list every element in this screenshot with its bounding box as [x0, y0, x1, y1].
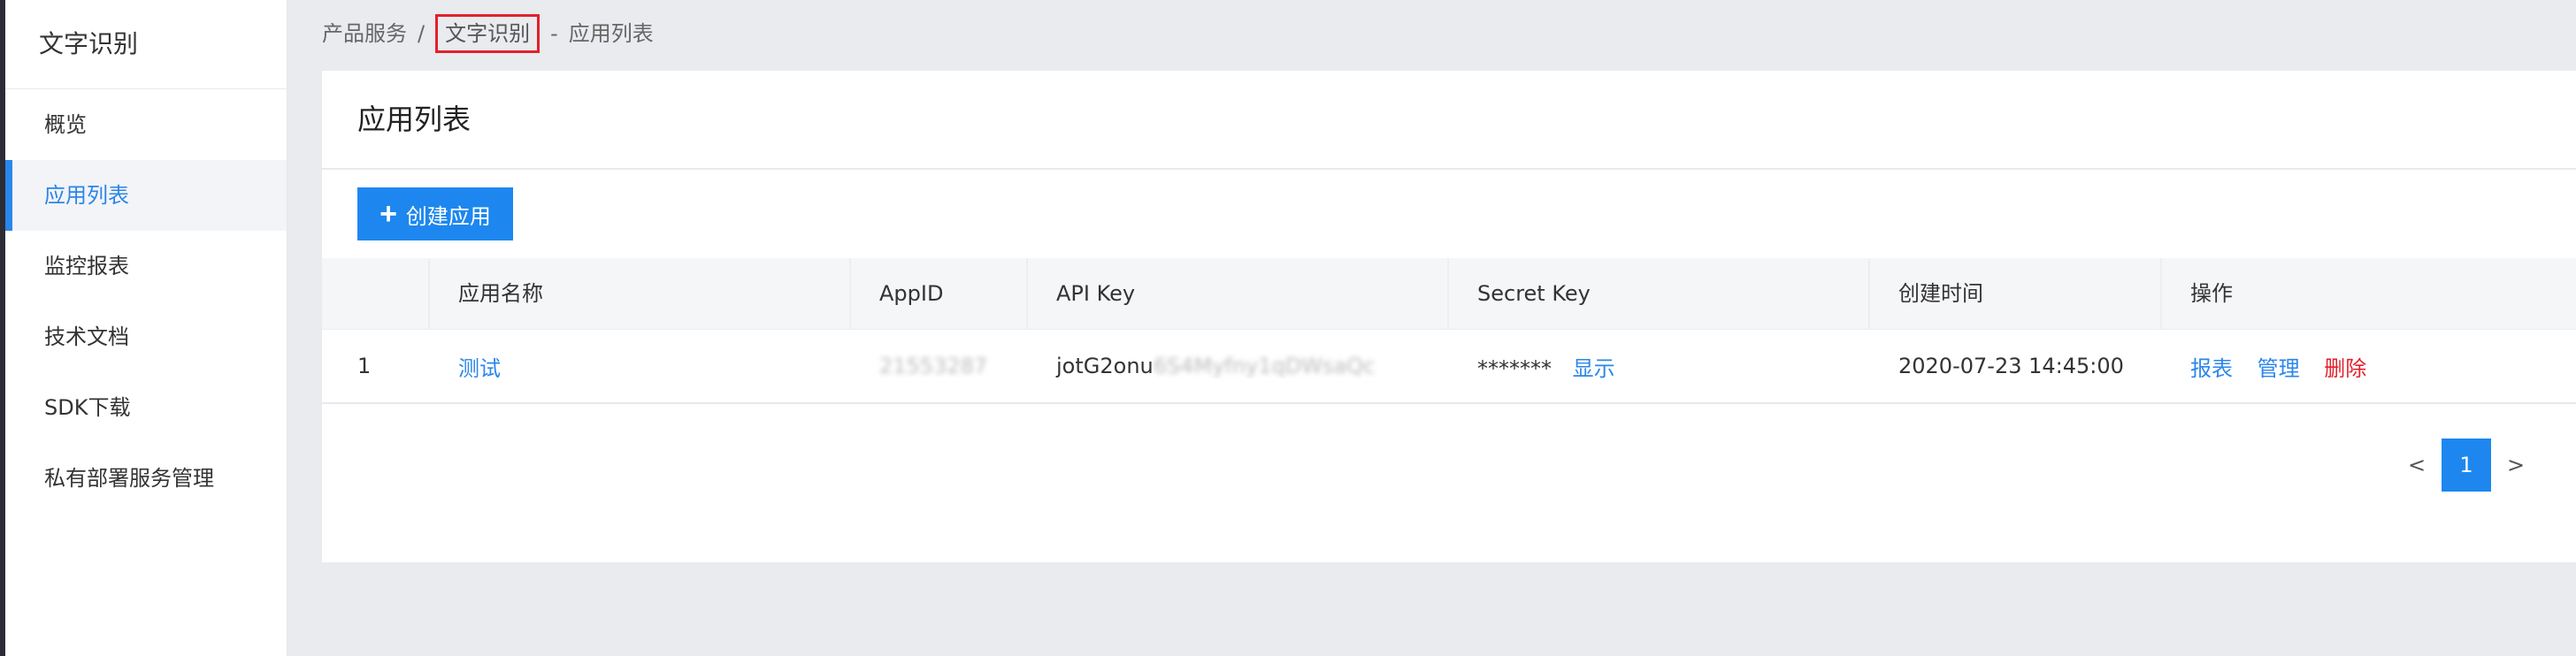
row-app-name: 测试: [430, 351, 851, 382]
header-created-time: 创建时间: [1870, 258, 2162, 329]
app-table: 应用名称 AppID API Key Secret Key 创建时间 操作 1 …: [322, 258, 2576, 404]
header-secret-key: Secret Key: [1449, 258, 1870, 329]
sidebar-item-docs[interactable]: 技术文档: [5, 301, 287, 372]
table-row: 1 测试 21553287 jotG2onu6S4Myfny1qDWsaQc *…: [322, 330, 2576, 404]
table-header: 应用名称 AppID API Key Secret Key 创建时间 操作: [322, 258, 2576, 330]
sidebar-item-overview[interactable]: 概览: [5, 89, 287, 160]
row-api-key: jotG2onu6S4Myfny1qDWsaQc: [1028, 354, 1449, 378]
sidebar: 文字识别 概览 应用列表 监控报表 技术文档 SDK下载 私有部署服务管理: [5, 0, 288, 656]
header-appid: AppID: [851, 258, 1028, 329]
breadcrumb-app-list: 应用列表: [568, 21, 654, 46]
header-api-key: API Key: [1028, 258, 1449, 329]
row-appid: 21553287: [851, 354, 1028, 378]
manage-link[interactable]: 管理: [2258, 356, 2300, 381]
page-number-current[interactable]: 1: [2442, 439, 2491, 492]
sidebar-item-app-list[interactable]: 应用列表: [5, 160, 287, 231]
app-list-panel: 应用列表 + 创建应用 应用名称 AppID API Key Secret Ke…: [322, 71, 2576, 562]
row-index: 1: [357, 354, 372, 378]
breadcrumb-ocr[interactable]: 文字识别: [435, 14, 540, 53]
pagination: < 1 >: [2392, 439, 2541, 492]
row-created-time: 2020-07-23 14:45:00: [1898, 354, 2124, 378]
api-key-blurred: 6S4Myfny1qDWsaQc: [1153, 354, 1376, 378]
show-secret-link[interactable]: 显示: [1573, 356, 1615, 381]
header-index: [322, 258, 430, 329]
sidebar-title: 文字识别: [5, 0, 287, 89]
report-link[interactable]: 报表: [2190, 356, 2233, 381]
prev-page-button[interactable]: <: [2392, 439, 2442, 492]
app-name-link[interactable]: 测试: [458, 356, 501, 381]
header-app-name: 应用名称: [430, 258, 851, 329]
delete-link[interactable]: 删除: [2324, 356, 2366, 381]
appid-value: 21553287: [879, 354, 988, 378]
sidebar-item-sdk-download[interactable]: SDK下载: [5, 372, 287, 443]
secret-key-mask: *******: [1477, 355, 1552, 381]
create-app-label: 创建应用: [405, 204, 491, 229]
next-page-button[interactable]: >: [2491, 439, 2541, 492]
api-key-visible: jotG2onu: [1056, 354, 1154, 378]
breadcrumb-separator: -: [550, 21, 558, 46]
sidebar-item-monitoring[interactable]: 监控报表: [5, 231, 287, 301]
create-app-button[interactable]: + 创建应用: [357, 187, 513, 240]
page-title: 应用列表: [322, 71, 2576, 170]
breadcrumb-product-services[interactable]: 产品服务: [322, 16, 407, 51]
header-actions: 操作: [2190, 281, 2233, 306]
breadcrumb-separator: /: [418, 21, 426, 46]
row-actions: 报表 管理 删除: [2162, 351, 2576, 382]
breadcrumb: 产品服务 / 文字识别 - 应用列表: [322, 14, 654, 53]
sidebar-item-private-deploy[interactable]: 私有部署服务管理: [5, 443, 287, 514]
plus-icon: +: [380, 197, 397, 231]
row-secret-key: ******* 显示: [1449, 351, 1870, 382]
